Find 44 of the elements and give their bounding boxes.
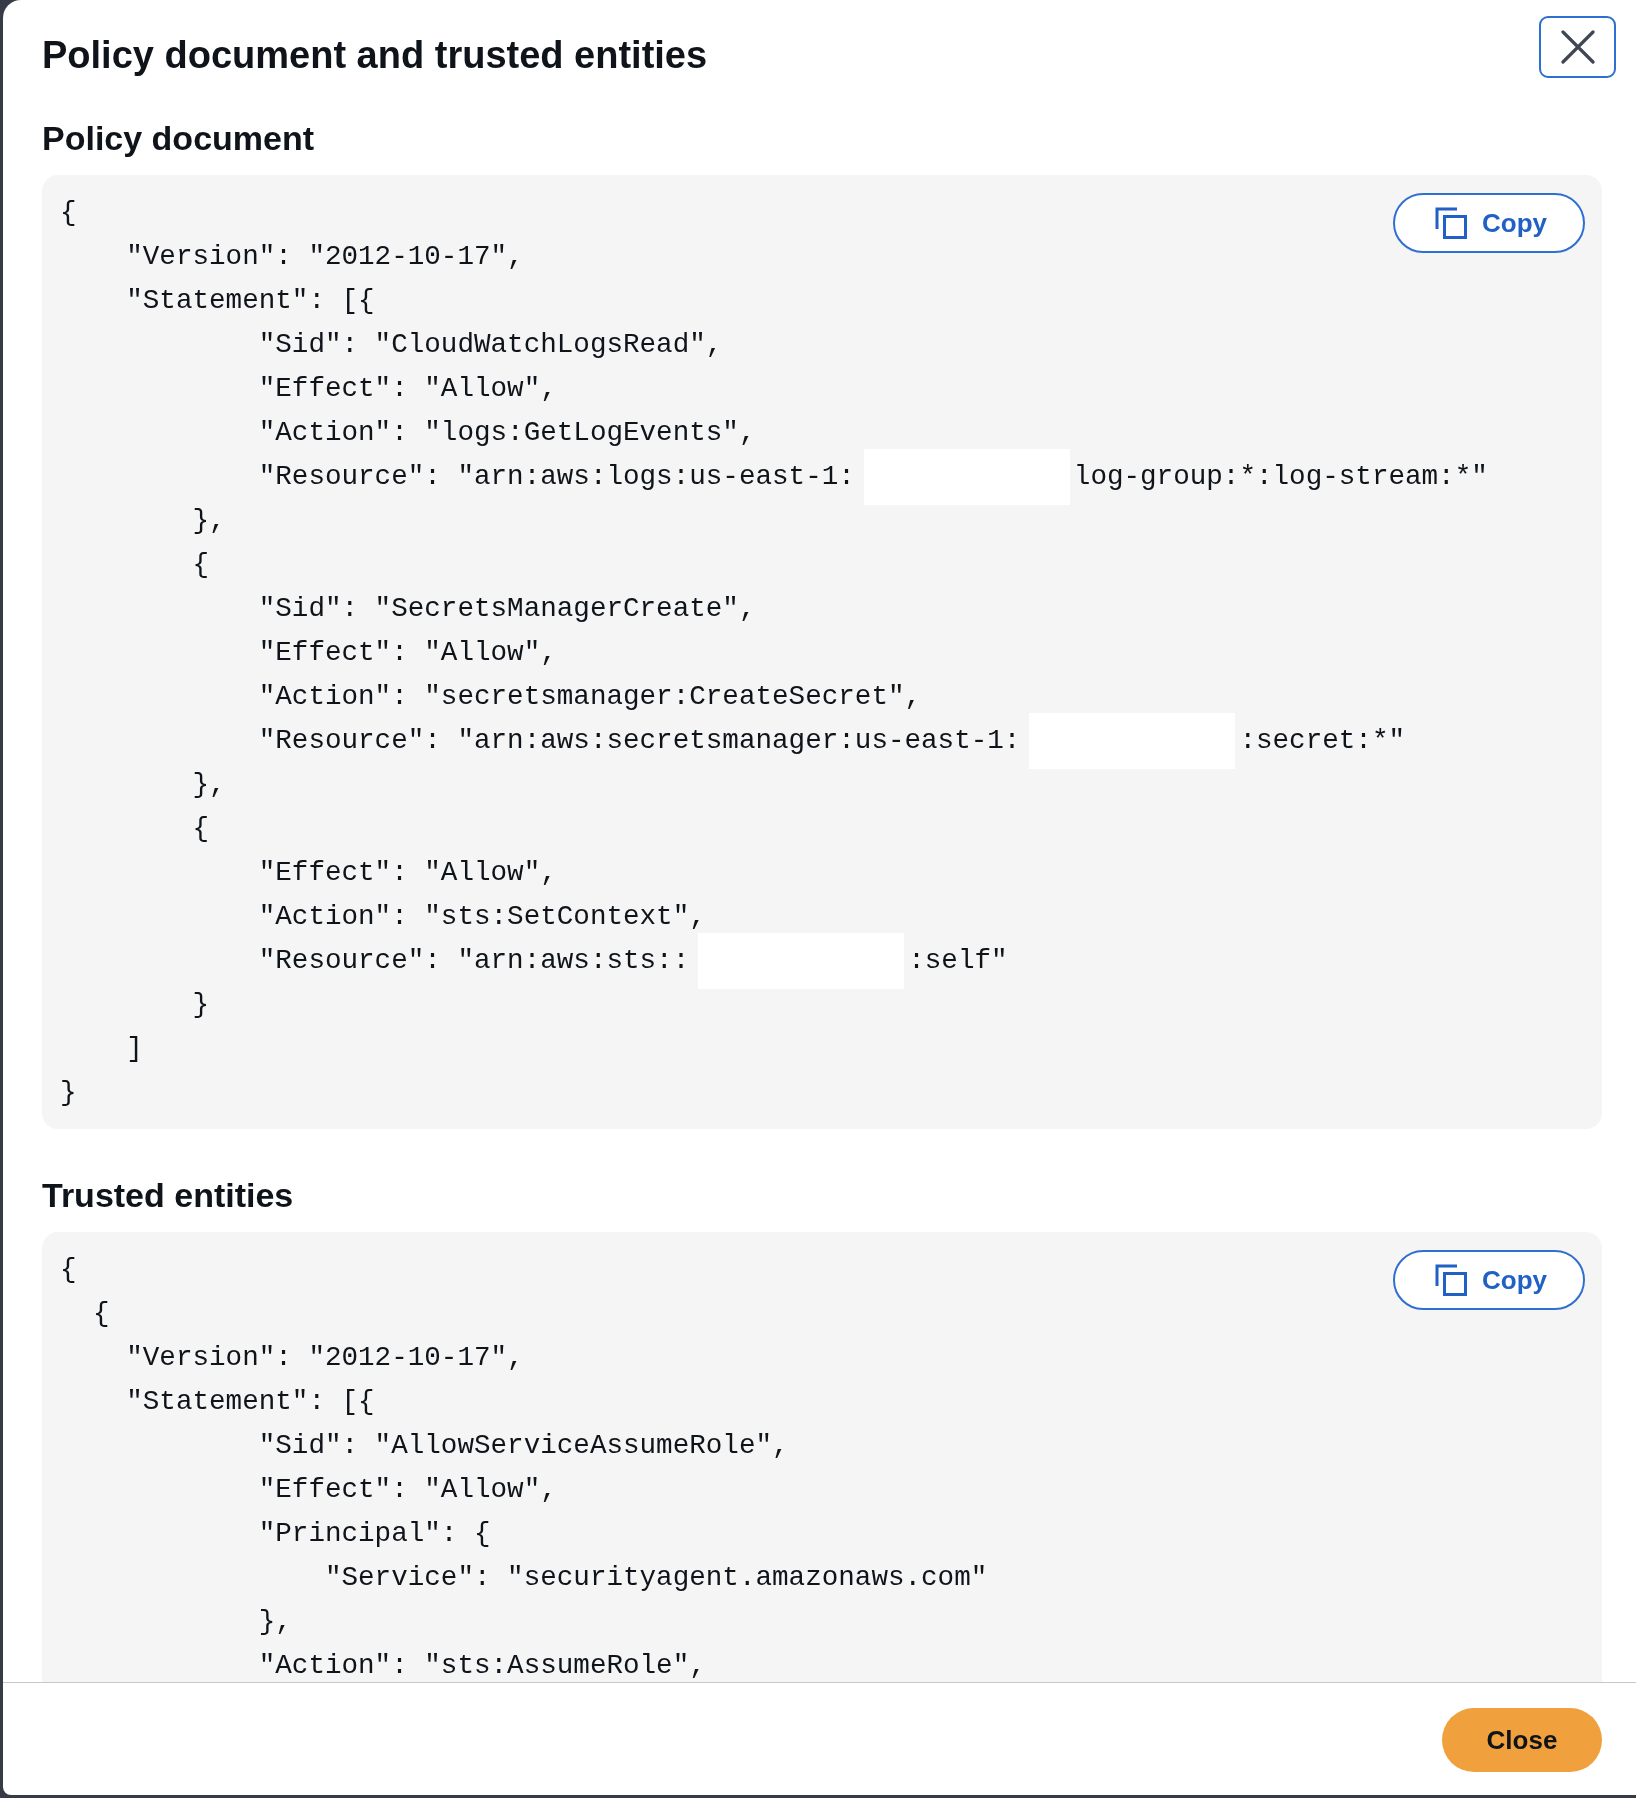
code-line: {	[60, 196, 77, 230]
close-button[interactable]: Close	[1442, 1708, 1602, 1772]
close-button[interactable]	[1539, 16, 1616, 78]
dialog-title: Policy document and trusted entities	[42, 33, 708, 78]
code-line: }	[192, 988, 210, 1022]
code-text: "Resource": "arn:aws:logs:us-east-1:	[258, 460, 855, 494]
code-text: "Resource": "arn:aws:secretsmanager:us-east-1:	[258, 724, 1021, 758]
code-line: "Effect": "Allow",	[258, 856, 557, 890]
code-line: "Action": "secretsmanager:CreateSecret",	[258, 680, 922, 714]
code-line: {	[60, 1253, 77, 1287]
close-icon	[1560, 30, 1595, 64]
code-line: "Principal": {	[258, 1517, 491, 1551]
copy-icon	[1435, 1264, 1467, 1296]
code-line: "Effect": "Allow",	[258, 1473, 557, 1507]
code-line: "Version": "2012-10-17",	[126, 1341, 524, 1375]
copy-button[interactable]: Copy	[1393, 1250, 1585, 1310]
code-line: "Version": "2012-10-17",	[126, 240, 524, 274]
section-heading: Policy document	[42, 118, 315, 159]
code-line: {	[93, 1297, 110, 1331]
code-line: "Sid": "AllowServiceAssumeRole",	[258, 1429, 789, 1463]
code-line: "Effect": "Allow",	[258, 636, 557, 670]
code-line: "Sid": "SecretsManagerCreate",	[258, 592, 756, 626]
code-line: },	[192, 768, 226, 802]
code-text: log-group:*:log-stream:*"	[1073, 460, 1488, 494]
code-text: "Resource": "arn:aws:sts::	[258, 944, 690, 978]
code-line: "Action": "sts:SetContext",	[258, 900, 706, 934]
code-line: "Action": "sts:AssumeRole",	[258, 1649, 706, 1682]
code-line: {	[192, 812, 210, 846]
code-text: :secret:*"	[1239, 724, 1405, 758]
code-line: {	[192, 548, 210, 582]
code-line: },	[258, 1605, 292, 1639]
code-line: "Service": "securityagent.amazonaws.com"	[324, 1561, 988, 1595]
code-line: "Sid": "CloudWatchLogsRead",	[258, 328, 723, 362]
code-line: "Action": "logs:GetLogEvents",	[258, 416, 756, 450]
code-text: :self"	[908, 944, 1008, 978]
code-line: },	[192, 504, 226, 538]
code-line: "Effect": "Allow",	[258, 372, 557, 406]
section-heading: Trusted entities	[42, 1175, 294, 1216]
copy-button[interactable]: Copy	[1393, 193, 1585, 253]
code-line: }	[60, 1076, 77, 1110]
code-line: ]	[126, 1032, 143, 1066]
code-line: "Statement": [{	[126, 284, 375, 318]
code-line: "Statement": [{	[126, 1385, 375, 1419]
copy-icon	[1435, 207, 1467, 239]
